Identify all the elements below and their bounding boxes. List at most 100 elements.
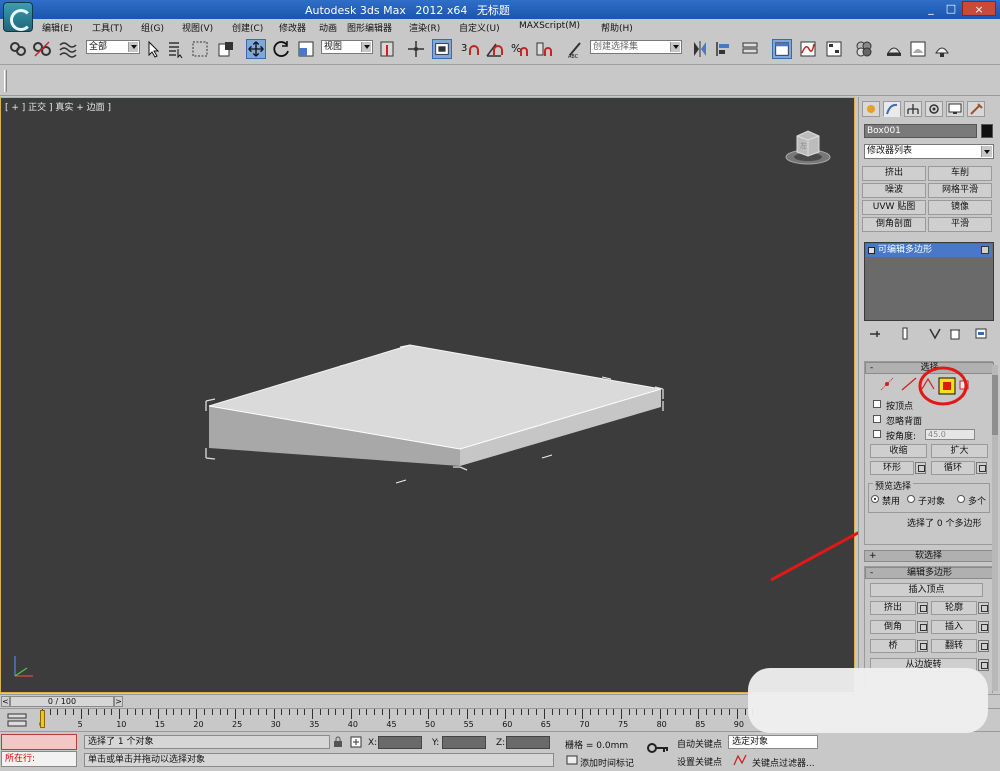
time-prev-button[interactable]: < [1,696,10,707]
z-coord-field[interactable] [506,736,550,749]
outline-button[interactable]: 轮廓 [931,601,977,615]
rectangle-selection-icon[interactable] [190,39,210,59]
keyboard-shortcut-override-icon[interactable] [432,39,452,59]
preview-off-radio[interactable] [871,495,879,503]
minimize-button[interactable]: _ [922,1,940,16]
bevel-button[interactable]: 倒角 [870,620,916,634]
hierarchy-tab-icon[interactable] [904,101,922,117]
curve-editor-icon[interactable] [798,39,818,59]
inset-button[interactable]: 插入 [931,620,977,634]
motion-tab-icon[interactable] [925,101,943,117]
menu-edit[interactable]: 编辑(E) [42,21,73,34]
perspective-viewport[interactable]: [ + ] 正交 ] 真实 + 边面 ] 左 [0,97,949,694]
named-selection-dropdown[interactable]: 创建选择集 [590,40,682,54]
modifier-button-bevel-profile[interactable]: 倒角剖面 [862,217,926,232]
stack-item-editable-poly[interactable]: 可编辑多边形 [866,244,992,257]
modifier-button-extrude[interactable]: 挤出 [862,166,926,181]
x-coord-field[interactable] [378,736,422,749]
modifier-button-smooth[interactable]: 平滑 [928,217,992,232]
pin-stack-icon[interactable] [868,327,882,340]
flip-button[interactable]: 翻转 [931,639,977,653]
box-object[interactable] [1,98,856,694]
ignore-backfacing-checkbox[interactable] [873,415,881,423]
schematic-view-icon[interactable] [824,39,844,59]
bridge-button[interactable]: 桥 [870,639,916,653]
scrollbar-thumb[interactable] [992,375,998,435]
auto-key-text[interactable]: 自动关键点 [677,737,722,750]
modify-tab-icon[interactable] [883,101,901,117]
preview-multi-radio[interactable] [957,495,965,503]
set-key-text[interactable]: 设置关键点 [677,755,722,768]
extrude-button[interactable]: 挤出 [870,601,916,615]
select-object-icon[interactable] [144,39,164,59]
layer-manager-icon[interactable] [740,39,760,59]
close-button[interactable]: × [962,1,996,16]
menu-rendering[interactable]: 渲染(R) [409,21,440,34]
menu-group[interactable]: 组(G) [141,21,164,34]
graphite-ribbon-icon[interactable] [772,39,792,59]
maxscript-line[interactable]: 所在行: [1,751,77,767]
selection-lock-icon[interactable] [332,736,344,748]
modifier-button-noise[interactable]: 噪波 [862,183,926,198]
edit-named-selection-icon[interactable]: ABC [566,39,586,59]
extrude-settings-icon[interactable] [917,602,928,614]
object-color-swatch[interactable] [981,124,993,138]
shrink-button[interactable]: 收缩 [870,444,927,458]
snaps-toggle-icon[interactable]: 3 [460,39,480,59]
show-end-result-icon[interactable] [898,327,912,340]
grow-button[interactable]: 扩大 [931,444,988,458]
edge-subobject-icon[interactable] [899,376,919,392]
utilities-tab-icon[interactable] [967,101,985,117]
remove-modifier-icon[interactable] [948,327,962,340]
insert-vertex-button[interactable]: 插入顶点 [870,583,983,597]
select-and-rotate-icon[interactable] [272,39,292,59]
render-production-icon[interactable] [932,39,952,59]
menu-create[interactable]: 创建(C) [232,21,263,34]
command-panel-scrollbar[interactable] [992,365,998,691]
inset-settings-icon[interactable] [978,621,989,633]
time-next-button[interactable]: > [114,696,123,707]
align-icon[interactable] [714,39,734,59]
time-tag-icon[interactable] [566,754,578,766]
by-vertex-checkbox[interactable] [873,400,881,408]
modifier-button-meshsmooth[interactable]: 网格平滑 [928,183,992,198]
unlink-icon[interactable] [32,39,52,59]
edit-polygons-rollout-header[interactable]: - 编辑多边形 [865,567,994,579]
key-mode-dropdown[interactable]: 选定对象 [728,735,818,749]
rendered-frame-window-icon[interactable] [908,39,928,59]
mini-curve-editor-icon[interactable] [6,712,28,728]
time-slider-thumb[interactable]: 0 / 100 [10,696,114,707]
key-tangent-icon[interactable] [732,753,748,767]
mirror-icon[interactable] [690,39,710,59]
modifier-button-mirror[interactable]: 镜像 [928,200,992,215]
bevel-settings-icon[interactable] [917,621,928,633]
menu-graph-editors[interactable]: 图形编辑器 [347,21,392,34]
maxscript-listener[interactable] [1,734,77,750]
make-unique-icon[interactable] [928,327,942,340]
flip-settings-icon[interactable] [978,640,989,652]
bind-space-warp-icon[interactable] [58,39,78,59]
display-tab-icon[interactable] [946,101,964,117]
menu-help[interactable]: 帮助(H) [601,21,633,34]
hinge-settings-icon[interactable] [978,659,989,671]
menu-modifiers[interactable]: 修改器 [279,21,306,34]
create-tab-icon[interactable] [862,101,880,117]
preview-subobject-radio[interactable] [907,495,915,503]
window-crossing-icon[interactable] [216,39,236,59]
angle-spinner-field[interactable]: 45.0 [925,429,975,440]
app-logo-icon[interactable] [3,2,33,32]
spinner-snap-icon[interactable] [534,39,554,59]
ribbon-grip[interactable] [4,70,7,92]
add-time-tag-text[interactable]: 添加时间标记 [580,756,634,769]
modifier-button-uvw-map[interactable]: UVW 贴图 [862,200,926,215]
outline-settings-icon[interactable] [978,602,989,614]
ring-button[interactable]: 环形 [870,461,914,475]
loop-spinner-icon[interactable] [976,462,987,474]
select-and-manipulate-icon[interactable] [406,39,426,59]
y-coord-field[interactable] [442,736,486,749]
key-filters-text[interactable]: 关键点过滤器... [752,756,815,769]
selection-filter-dropdown[interactable]: 全部 [86,40,140,54]
menu-animation[interactable]: 动画 [319,21,337,34]
menu-views[interactable]: 视图(V) [182,21,213,34]
expand-icon[interactable] [868,247,875,254]
